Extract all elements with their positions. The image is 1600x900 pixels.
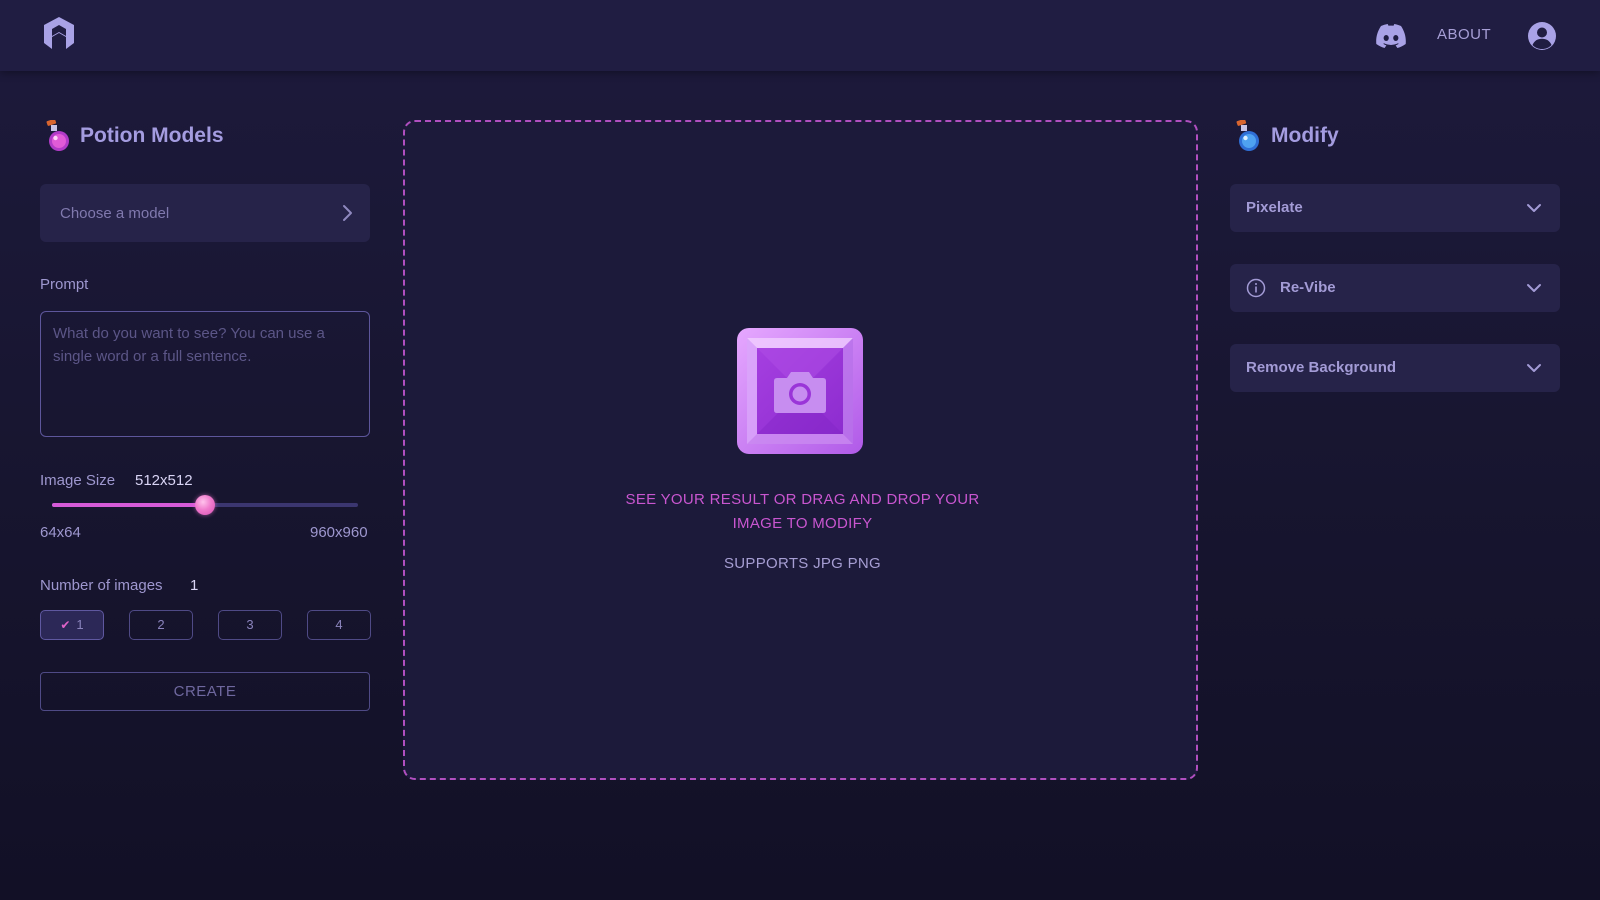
number-of-images-value: 1: [190, 577, 199, 594]
info-icon[interactable]: [1246, 278, 1266, 298]
image-size-slider-thumb[interactable]: [195, 495, 215, 515]
accordion-pixelate-label: Pixelate: [1246, 199, 1303, 216]
accordion-pixelate[interactable]: Pixelate: [1230, 184, 1560, 232]
prompt-input[interactable]: [40, 311, 370, 437]
about-link[interactable]: ABOUT: [1437, 26, 1491, 43]
images-count-4-label: 4: [335, 617, 343, 632]
potion-blue-icon: [1236, 120, 1259, 151]
image-dropzone[interactable]: SEE YOUR RESULT OR DRAG AND DROP YOUR IM…: [403, 120, 1198, 780]
check-icon: ✔: [60, 618, 71, 632]
potion-models-title: Potion Models: [80, 124, 224, 147]
images-count-2-button[interactable]: 2: [129, 610, 193, 640]
potion-pink-icon: [46, 120, 69, 151]
accordion-re-vibe[interactable]: Re-Vibe: [1230, 264, 1560, 312]
top-navbar: ABOUT: [0, 0, 1600, 71]
images-count-3-button[interactable]: 3: [218, 610, 282, 640]
image-size-label: Image Size: [40, 472, 116, 489]
images-count-4-button[interactable]: 4: [307, 610, 371, 640]
image-size-slider-fill: [52, 503, 205, 507]
prompt-label: Prompt: [40, 276, 89, 293]
image-size-max-label: 960x960: [310, 524, 368, 541]
chevron-right-icon: [343, 205, 352, 221]
chevron-down-icon: [1527, 364, 1541, 372]
number-of-images-label: Number of images: [40, 577, 163, 594]
chevron-down-icon: [1527, 204, 1541, 212]
accordion-re-vibe-label: Re-Vibe: [1280, 279, 1336, 296]
camera-gem-icon: [737, 328, 863, 454]
images-count-1-label: 1: [76, 617, 84, 632]
discord-icon[interactable]: [1376, 24, 1406, 48]
accordion-remove-background-label: Remove Background: [1246, 359, 1397, 376]
choose-model-placeholder: Choose a model: [60, 205, 170, 222]
images-count-3-label: 3: [246, 617, 254, 632]
choose-model-select[interactable]: Choose a model: [40, 184, 370, 242]
dropzone-instructions: SEE YOUR RESULT OR DRAG AND DROP YOUR IM…: [405, 488, 1200, 536]
dropzone-line-2: IMAGE TO MODIFY: [732, 515, 873, 532]
chevron-down-icon: [1527, 284, 1541, 292]
supported-formats-text: SUPPORTS JPG PNG: [723, 555, 882, 572]
image-size-value: 512x512: [135, 472, 193, 489]
user-icon[interactable]: [1527, 21, 1557, 51]
image-size-slider[interactable]: [52, 495, 358, 515]
accordion-remove-background[interactable]: Remove Background: [1230, 344, 1560, 392]
dropzone-line-1: SEE YOUR RESULT OR DRAG AND DROP YOUR: [625, 491, 980, 508]
create-button[interactable]: CREATE: [40, 672, 370, 711]
images-count-1-button[interactable]: ✔ 1: [40, 610, 104, 640]
modify-title: Modify: [1271, 124, 1339, 147]
image-size-min-label: 64x64: [40, 524, 81, 541]
images-count-2-label: 2: [157, 617, 165, 632]
logo-icon[interactable]: [42, 16, 76, 50]
